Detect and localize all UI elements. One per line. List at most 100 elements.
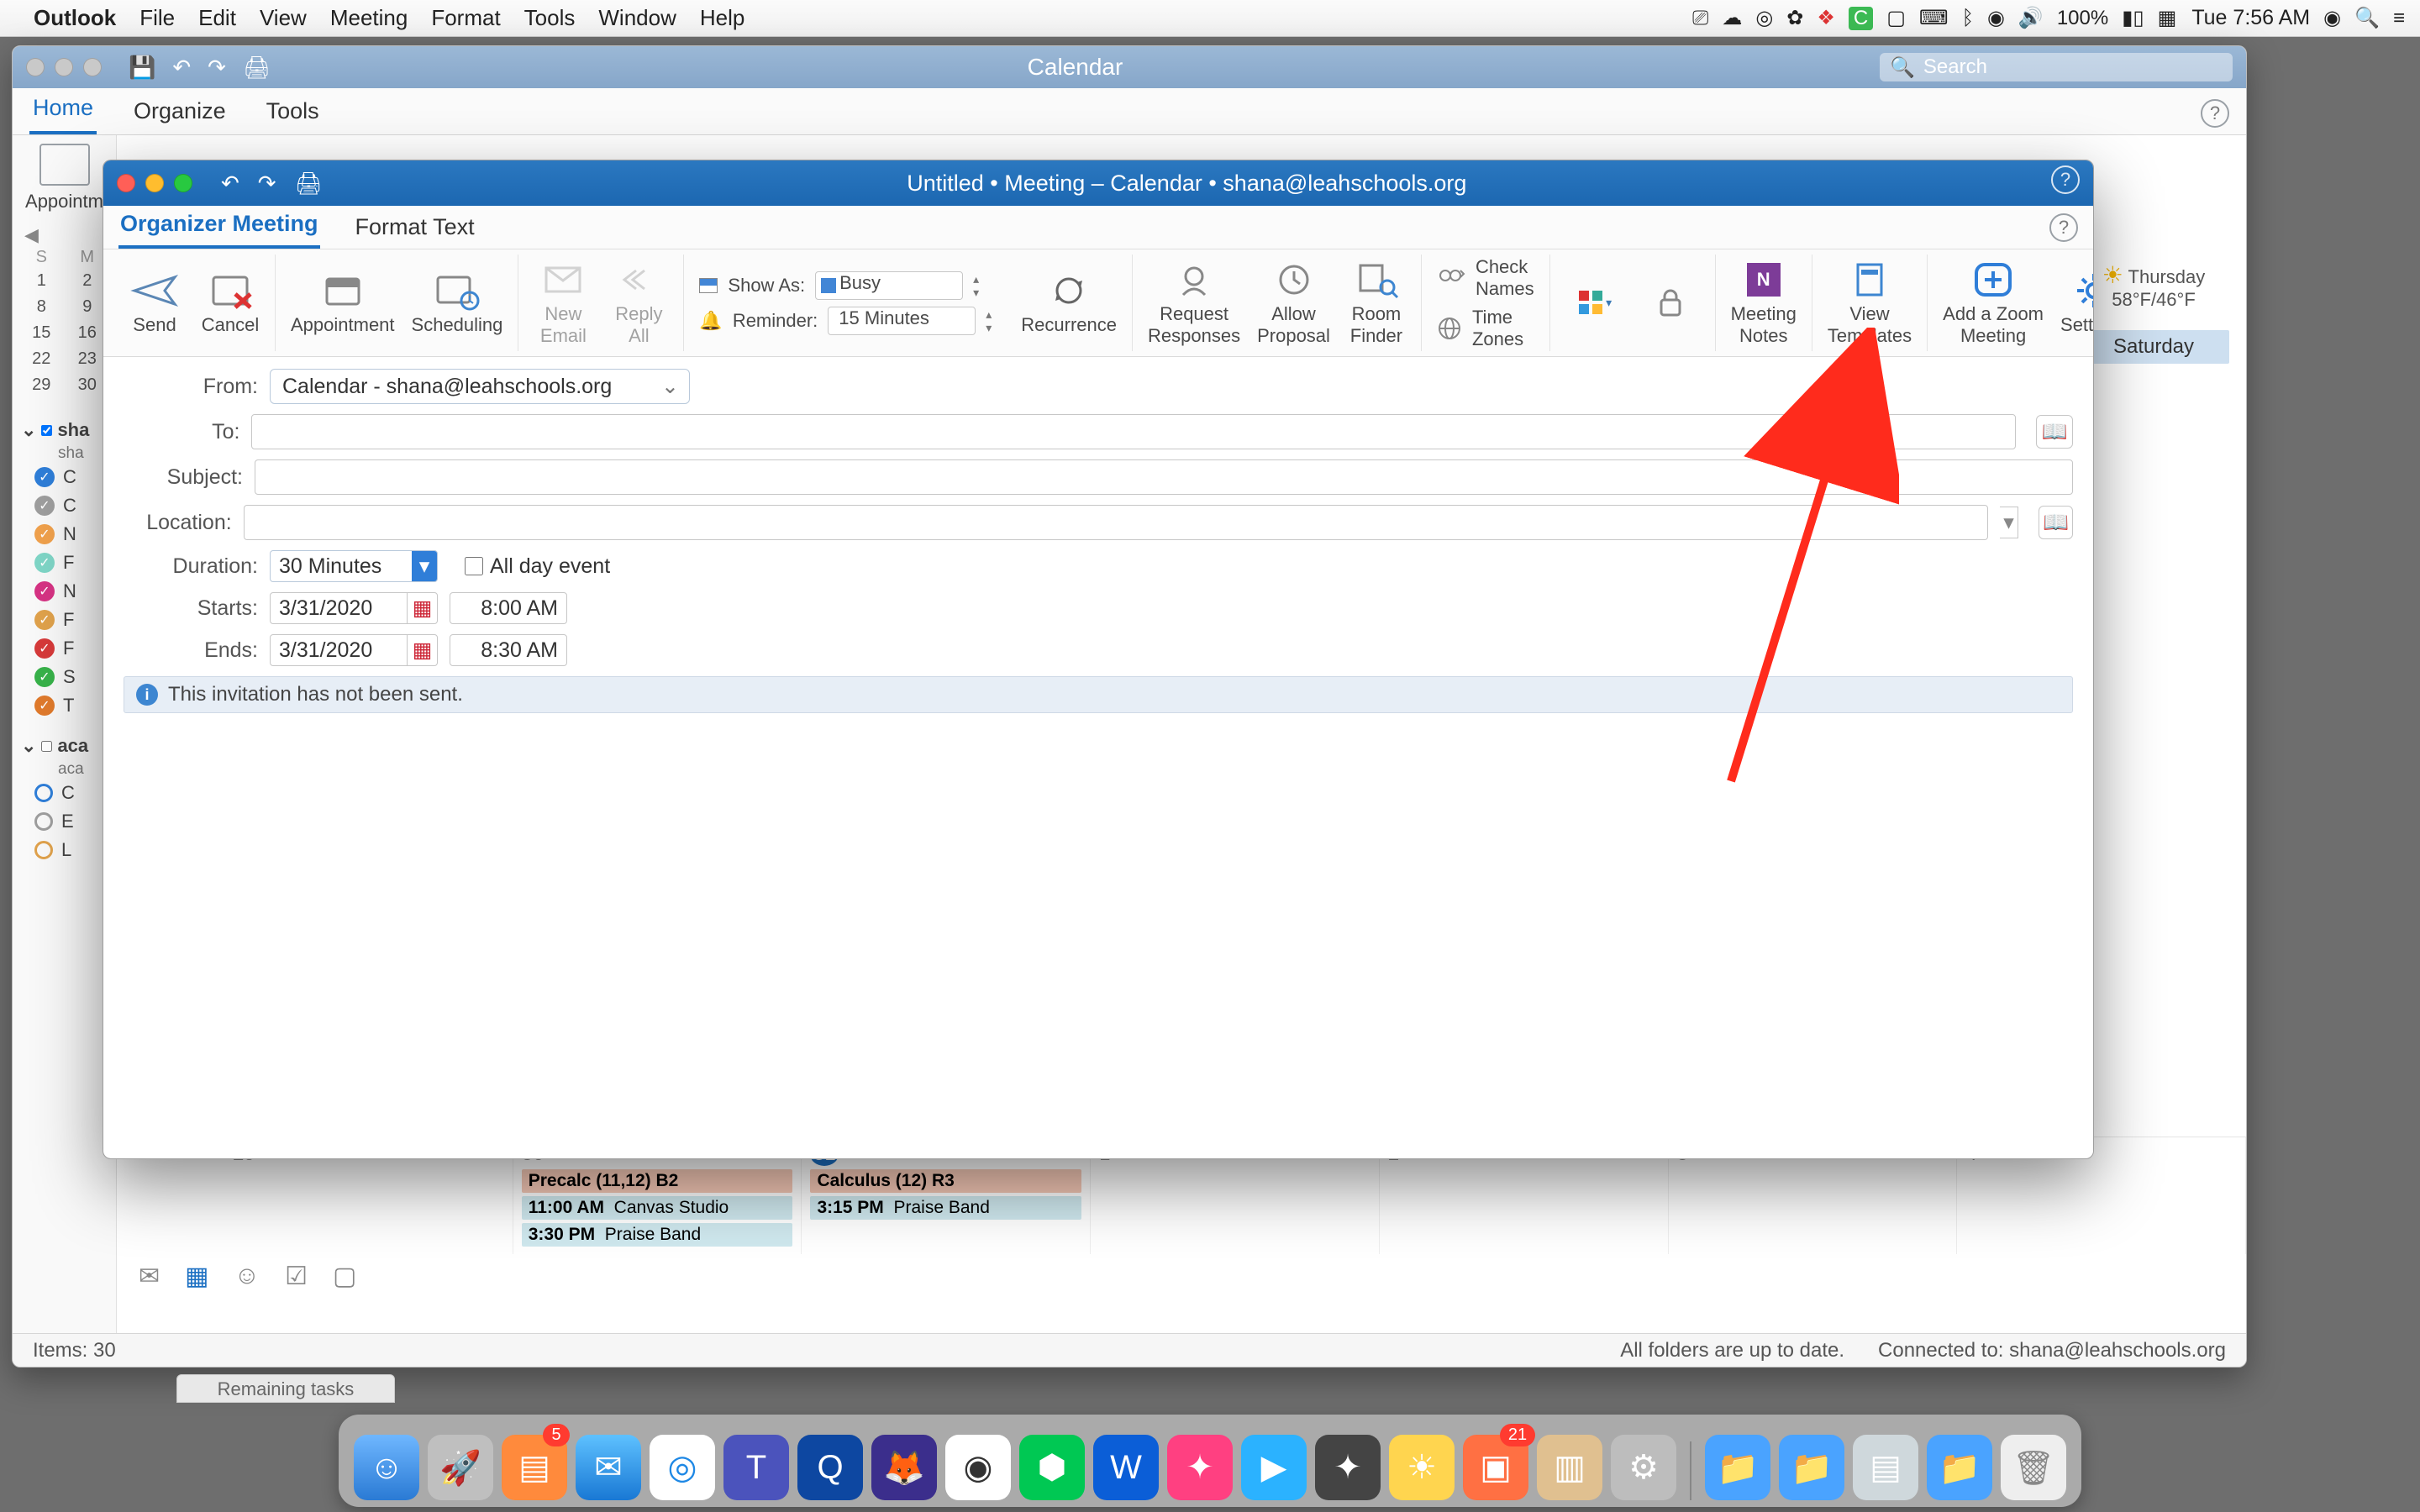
menu-view[interactable]: View (260, 5, 307, 31)
wifi-icon[interactable]: ◉ (1987, 6, 2005, 30)
subject-input[interactable] (255, 459, 2073, 495)
trash-icon[interactable]: 🗑︎ (2001, 1435, 2066, 1500)
zoom-icon[interactable]: ▶ (1241, 1435, 1307, 1500)
status-icon[interactable]: ⎚ (1692, 7, 1708, 30)
stepper-down-icon[interactable]: ▾ (973, 286, 992, 298)
status-icon[interactable]: ✿ (1786, 6, 1803, 30)
duration-select[interactable]: 30 Minutes▾ (270, 550, 438, 582)
allow-proposal-button[interactable]: Allow Proposal (1257, 260, 1330, 346)
help-icon[interactable]: ? (2049, 213, 2078, 242)
notifications-icon[interactable]: ≡ (2393, 7, 2405, 30)
people-icon[interactable]: ☺︎ (234, 1262, 260, 1291)
calendar-item[interactable]: N (63, 580, 76, 602)
redo-icon[interactable]: ↷ (258, 171, 276, 197)
remaining-tasks-chip[interactable]: Remaining tasks (176, 1374, 395, 1403)
address-book-button[interactable]: 📖 (2036, 415, 2073, 449)
request-responses-button[interactable]: Request Responses (1148, 260, 1240, 346)
menu-meeting[interactable]: Meeting (330, 5, 408, 31)
systemprefs-icon[interactable]: ⚙︎ (1611, 1435, 1676, 1500)
calendar-color-icon[interactable]: ✓ (34, 610, 55, 630)
finder-icon[interactable]: ☺︎ (354, 1435, 419, 1500)
undo-icon[interactable]: ↶ (172, 55, 191, 81)
menubar-app-name[interactable]: Outlook (34, 5, 116, 31)
word-icon[interactable]: W (1093, 1435, 1159, 1500)
menu-edit[interactable]: Edit (198, 5, 236, 31)
event[interactable]: 3:30 PM Praise Band (522, 1223, 793, 1247)
teams-icon[interactable]: T (723, 1435, 789, 1500)
calgroup-check[interactable] (41, 741, 52, 752)
imovie-icon[interactable]: ✦ (1315, 1435, 1381, 1500)
calendar-color-icon[interactable] (34, 784, 53, 802)
calendar-color-icon[interactable]: ✓ (34, 553, 55, 573)
calendar-item[interactable]: E (61, 811, 74, 832)
spotlight-icon[interactable]: 🔍 (2354, 6, 2380, 30)
app-icon[interactable]: ▤ (1853, 1435, 1918, 1500)
keyboard-icon[interactable]: ⌨︎ (1919, 6, 1949, 30)
calendar-item[interactable]: F (63, 552, 74, 574)
redo-icon[interactable]: ↷ (208, 55, 226, 81)
calendar-color-icon[interactable] (34, 812, 53, 831)
traffic-lights[interactable] (26, 58, 102, 76)
reply-all-button[interactable]: Reply All (609, 260, 668, 346)
battery-icon[interactable]: ▮▯ (2122, 6, 2144, 30)
app-icon[interactable]: ☀︎ (1389, 1435, 1455, 1500)
notes-icon[interactable]: ▢ (333, 1262, 356, 1291)
tab-home[interactable]: Home (29, 95, 97, 134)
cal-day[interactable]: 1 (19, 269, 64, 293)
calendar-item[interactable]: L (61, 839, 71, 861)
tab-organizer-meeting[interactable]: Organizer Meeting (118, 211, 320, 249)
stepper-up-icon[interactable]: ▴ (986, 308, 1004, 320)
todo-icon[interactable]: ▤5 (502, 1435, 567, 1500)
appointment-button[interactable]: Appointment (291, 270, 395, 335)
calendar-item[interactable]: C (63, 495, 76, 517)
event[interactable]: 3:15 PM Praise Band (810, 1196, 1081, 1220)
starts-date-input[interactable]: 3/31/2020▦ (270, 592, 438, 624)
close-icon[interactable] (117, 174, 135, 192)
stepper-up-icon[interactable]: ▴ (973, 273, 992, 285)
undo-icon[interactable]: ↶ (221, 171, 239, 197)
cal-day[interactable]: 8 (19, 295, 64, 319)
categorize-button[interactable]: ▾ (1565, 283, 1624, 323)
calendar-color-icon[interactable]: ✓ (34, 496, 55, 516)
calendar-color-icon[interactable]: ✓ (34, 467, 55, 487)
mini-calendar[interactable]: SM 12 89 1516 2223 2930 (18, 246, 111, 399)
tab-organize[interactable]: Organize (130, 98, 229, 134)
calendar-item[interactable]: S (63, 666, 76, 688)
status-icon[interactable]: ❖ (1817, 6, 1835, 30)
control-icon[interactable]: ▦ (2158, 6, 2177, 30)
from-select[interactable]: Calendar - shana@leahschools.org (270, 369, 690, 404)
launchpad-icon[interactable]: 🚀 (428, 1435, 493, 1500)
zoom-icon[interactable] (174, 174, 192, 192)
add-zoom-meeting-button[interactable]: Add a Zoom Meeting (1943, 260, 2044, 346)
app-icon[interactable]: ✦ (1167, 1435, 1233, 1500)
app-icon[interactable]: ▥ (1537, 1435, 1602, 1500)
volume-icon[interactable]: 🔊 (2018, 6, 2044, 30)
mail-icon[interactable]: ✉︎ (139, 1262, 160, 1291)
outlook-search[interactable]: 🔍 Search (1880, 53, 2233, 81)
calendar-color-icon[interactable]: ✓ (34, 638, 55, 659)
calendar-item[interactable]: F (63, 609, 74, 631)
safari-icon[interactable]: ◎ (650, 1435, 715, 1500)
quicktime-icon[interactable]: Q (797, 1435, 863, 1500)
menu-window[interactable]: Window (598, 5, 676, 31)
cloud-icon[interactable]: ☁︎ (1722, 6, 1742, 30)
calendar-item[interactable]: C (61, 782, 75, 804)
ends-date-input[interactable]: 3/31/2020▦ (270, 634, 438, 666)
drive-icon[interactable]: ⬢ (1019, 1435, 1085, 1500)
calendar-color-icon[interactable]: ✓ (34, 524, 55, 544)
tab-format-text[interactable]: Format Text (354, 214, 476, 249)
send-button[interactable]: Send (125, 270, 184, 335)
onenote-button[interactable]: N Meeting Notes (1731, 260, 1797, 346)
calendar-item[interactable]: F (63, 638, 74, 659)
event-allday[interactable]: Precalc (11,12) B2 (522, 1169, 793, 1193)
stepper-down-icon[interactable]: ▾ (986, 322, 1004, 333)
calgroup[interactable]: ⌄sha (18, 416, 111, 444)
calendar-item[interactable]: C (63, 466, 76, 488)
calendar-item[interactable]: T (63, 695, 74, 717)
view-templates-button[interactable]: View Templates (1828, 260, 1912, 346)
help-icon[interactable]: ? (2051, 165, 2080, 194)
app-icon[interactable]: ▣21 (1463, 1435, 1528, 1500)
event[interactable]: 11:00 AM Canvas Studio (522, 1196, 793, 1220)
calendar-icon[interactable]: ▦ (407, 593, 437, 623)
allday-checkbox[interactable]: All day event (465, 554, 610, 579)
